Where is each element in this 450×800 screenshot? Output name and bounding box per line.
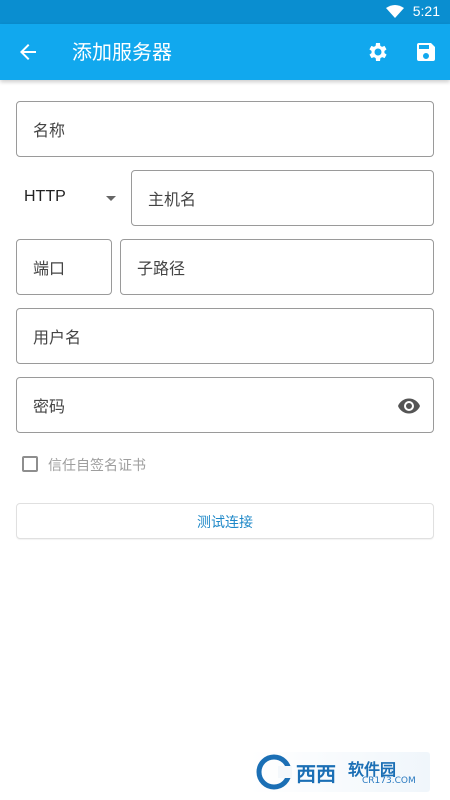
clock: 5:21 xyxy=(412,3,440,19)
protocol-dropdown[interactable]: HTTP xyxy=(16,182,126,214)
test-connection-label: 测试连接 xyxy=(197,515,253,531)
back-arrow-icon[interactable] xyxy=(16,40,40,64)
watermark-logo: 西西 软件园 CR173.COM xyxy=(250,752,430,792)
username-placeholder: 用户名 xyxy=(33,328,82,347)
watermark-brand: 西西 xyxy=(296,762,336,786)
dropdown-caret-icon xyxy=(106,196,116,201)
port-field[interactable]: 端口 xyxy=(16,239,112,295)
protocol-selected-value: HTTP xyxy=(24,188,66,205)
page-title: 添加服务器 xyxy=(72,40,172,64)
show-password-eye-icon[interactable] xyxy=(397,394,421,418)
subpath-placeholder: 子路径 xyxy=(137,259,186,278)
settings-gear-icon[interactable] xyxy=(366,40,390,64)
status-bar: 5:21 xyxy=(0,0,450,24)
name-field[interactable]: 名称 xyxy=(16,101,434,157)
subpath-field[interactable]: 子路径 xyxy=(120,239,434,295)
port-placeholder: 端口 xyxy=(33,259,66,278)
name-placeholder: 名称 xyxy=(33,121,66,140)
trust-self-signed-label: 信任自签名证书 xyxy=(48,458,146,474)
trust-self-signed-checkbox[interactable] xyxy=(22,456,38,472)
username-field[interactable]: 用户名 xyxy=(16,308,434,364)
save-floppy-icon[interactable] xyxy=(414,40,438,64)
host-placeholder: 主机名 xyxy=(148,190,197,209)
watermark-c-icon xyxy=(256,754,292,790)
password-field[interactable]: 密码 xyxy=(16,377,434,433)
host-field[interactable]: 主机名 xyxy=(131,170,434,226)
password-placeholder: 密码 xyxy=(33,397,66,416)
wifi-icon xyxy=(386,5,404,18)
watermark-url: CR173.COM xyxy=(362,776,416,786)
test-connection-button[interactable]: 测试连接 xyxy=(16,503,434,539)
app-bar: 添加服务器 xyxy=(0,24,450,80)
